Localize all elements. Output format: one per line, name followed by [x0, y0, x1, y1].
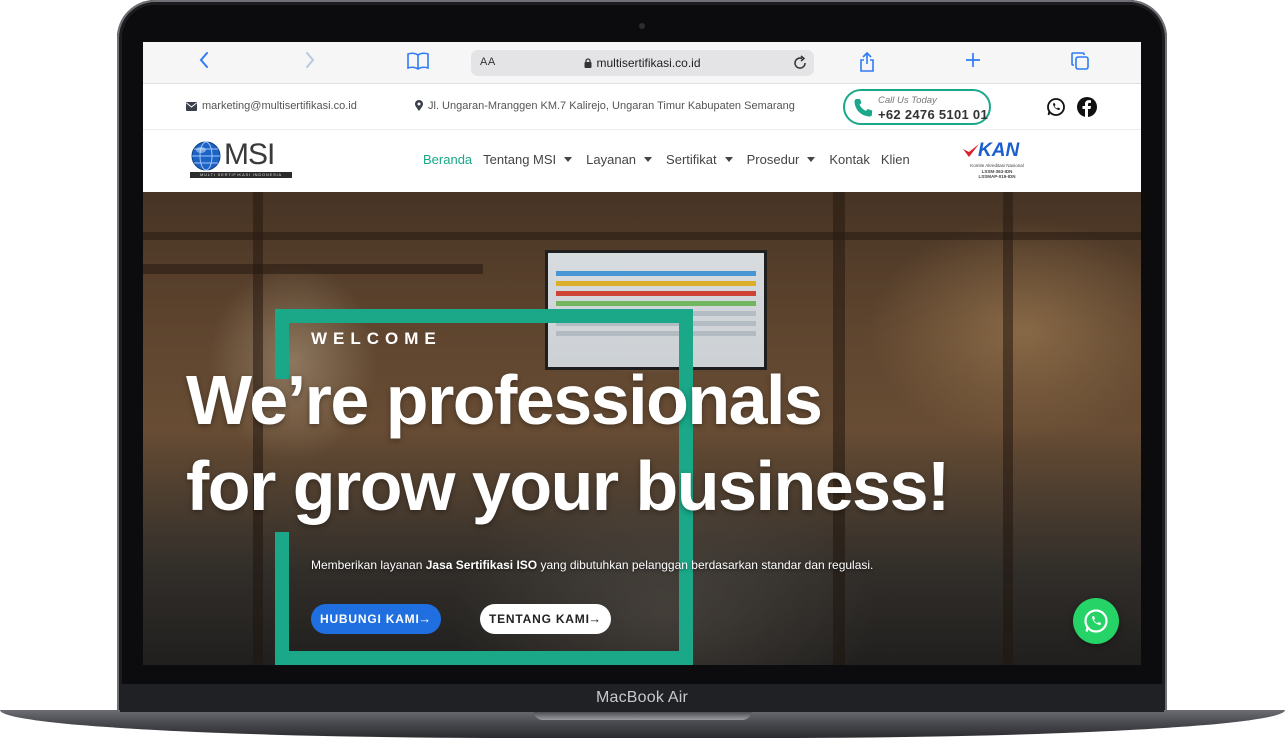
address-bar[interactable]: AA multisertifikasi.co.id	[471, 50, 814, 76]
nav-item-prosedur[interactable]: Prosedur	[747, 152, 819, 167]
tabs-icon[interactable]	[1068, 52, 1092, 74]
browser-screen: AA multisertifikasi.co.id marketing@mult…	[143, 42, 1141, 665]
main-navbar: MSI MULTI SERTIFIKASI INDONESIA Beranda …	[143, 130, 1141, 192]
envelope-icon	[186, 102, 197, 111]
hero-accent-frame	[275, 309, 693, 323]
hero-eyebrow: WELCOME	[311, 329, 442, 348]
phone-icon	[854, 99, 872, 117]
hero-headline: We’re professionals for grow your busine…	[186, 357, 950, 529]
nav-item-kontak[interactable]: Kontak	[829, 152, 869, 167]
call-us-button[interactable]: Call Us Today +62 2476 5101 01	[843, 89, 991, 125]
device-label: MacBook Air	[120, 684, 1164, 712]
tentang-kami-button[interactable]: TENTANG KAMI →	[480, 604, 611, 634]
nav-item-klien[interactable]: Klien	[881, 152, 910, 167]
msi-logo[interactable]: MSI MULTI SERTIFIKASI INDONESIA	[190, 138, 292, 182]
browser-toolbar: AA multisertifikasi.co.id	[143, 42, 1141, 84]
plus-icon[interactable]	[961, 52, 985, 74]
arrow-right-icon: →	[588, 611, 602, 626]
reload-icon[interactable]	[793, 55, 807, 70]
camera-icon	[639, 23, 645, 29]
nav-item-tentang-msi[interactable]: Tentang MSI	[483, 152, 575, 167]
arrow-right-icon: →	[418, 611, 432, 626]
caret-down-icon	[644, 157, 653, 162]
phone-number: +62 2476 5101 01	[878, 107, 988, 122]
caret-down-icon	[564, 157, 573, 162]
hero-headline-line1: We’re professionals	[186, 361, 823, 439]
nav-item-layanan[interactable]: Layanan	[586, 152, 655, 167]
call-us-caption: Call Us Today	[878, 95, 937, 106]
url-text: multisertifikasi.co.id	[596, 56, 701, 70]
whatsapp-float-button[interactable]	[1073, 598, 1119, 644]
hero-headline-line2: for grow your business!	[186, 447, 950, 525]
map-pin-icon	[415, 100, 423, 111]
logo-text: MSI	[224, 138, 275, 171]
main-menu: Beranda Tentang MSI Layanan Sertifikat P…	[423, 152, 921, 167]
facebook-icon[interactable]	[1077, 97, 1097, 117]
address-link[interactable]: Jl. Ungaran-Mranggen KM.7 Kalirejo, Unga…	[415, 100, 795, 112]
logo-tagline: MULTI SERTIFIKASI INDONESIA	[190, 172, 292, 178]
contact-info-bar: marketing@multisertifikasi.co.id Jl. Ung…	[143, 84, 1141, 130]
book-icon[interactable]	[406, 52, 430, 74]
hero-banner: WELCOME We’re professionals for grow you…	[143, 192, 1141, 665]
hubungi-kami-button[interactable]: HUBUNGI KAMI →	[311, 604, 441, 634]
chevron-right-icon[interactable]	[298, 52, 322, 74]
email-link[interactable]: marketing@multisertifikasi.co.id	[186, 100, 357, 112]
nav-item-beranda[interactable]: Beranda	[423, 152, 472, 167]
whatsapp-icon	[1084, 609, 1108, 633]
nav-item-sertifikat[interactable]: Sertifikat	[666, 152, 736, 167]
hero-accent-frame	[275, 651, 693, 665]
kan-accreditation-logo: KAN Komite Akreditasi Nasional LSSM-363-…	[961, 140, 1033, 182]
share-icon[interactable]	[855, 52, 879, 74]
address-text: Jl. Ungaran-Mranggen KM.7 Kalirejo, Unga…	[428, 100, 795, 112]
kan-word: KAN	[978, 140, 1020, 161]
caret-down-icon	[724, 157, 733, 162]
whatsapp-icon[interactable]	[1046, 97, 1066, 117]
kan-subtitle: Komite Akreditasi Nasional LSSM-363-IDN …	[970, 163, 1024, 179]
email-text: marketing@multisertifikasi.co.id	[202, 100, 357, 112]
lock-icon	[584, 58, 592, 68]
globe-icon	[191, 141, 221, 171]
hero-accent-frame	[275, 532, 289, 665]
chevron-left-icon[interactable]	[192, 52, 216, 74]
hero-subtitle: Memberikan layanan Jasa Sertifikasi ISO …	[311, 558, 874, 572]
caret-down-icon	[807, 157, 816, 162]
